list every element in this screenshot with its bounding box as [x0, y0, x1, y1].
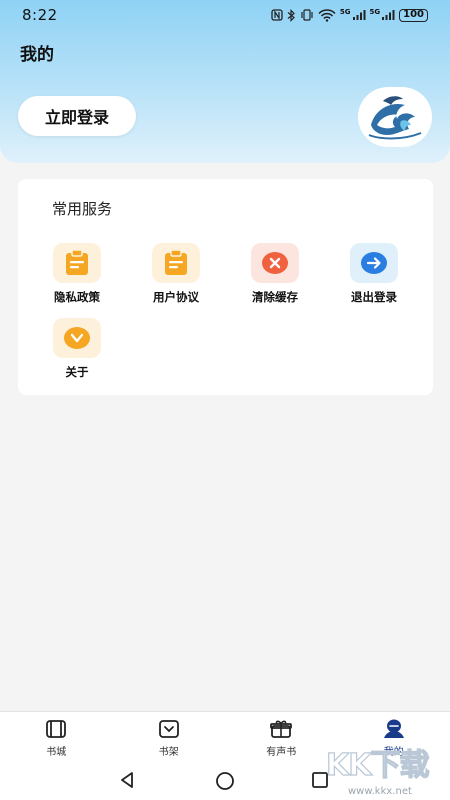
watermark: KK下载 www.kkx.net — [325, 738, 450, 800]
nav-label-audiobook: 有声书 — [266, 747, 297, 758]
chevron-down-circle-icon — [64, 327, 90, 349]
user-agreement-label: 用户协议 — [153, 290, 199, 304]
status-bar: 8:22 5G 5G 100 — [0, 0, 450, 30]
home-circle-icon — [216, 772, 234, 790]
wave-logo-icon — [368, 96, 422, 140]
common-services-card: 常用服务 隐私政策 用户协议 清除缓存 退出登录 关于 — [18, 179, 433, 395]
signal-icon-2 — [382, 10, 395, 20]
vibrate-icon — [301, 9, 313, 21]
logout-icon-bg — [350, 243, 398, 283]
close-circle-icon — [262, 252, 288, 274]
nav-item-bookshelf[interactable]: 书架 — [113, 712, 226, 763]
clear-cache-icon-bg — [251, 243, 299, 283]
clear-cache-label: 清除缓存 — [252, 290, 298, 304]
home-button[interactable] — [215, 771, 235, 795]
about-icon-bg — [53, 318, 101, 358]
status-time: 8:22 — [22, 6, 58, 24]
book-store-icon — [46, 720, 67, 738]
about-item[interactable]: 关于 — [37, 318, 117, 380]
logout-label: 退出登录 — [351, 290, 397, 304]
network-label-1: 5G — [339, 8, 351, 16]
clear-cache-item[interactable]: 清除缓存 — [235, 243, 315, 305]
nfc-icon — [271, 9, 283, 21]
user-agreement-item[interactable]: 用户协议 — [136, 243, 216, 305]
privacy-policy-item[interactable]: 隐私政策 — [37, 243, 117, 305]
bookshelf-icon — [158, 720, 179, 738]
nav-label-bookshelf: 书架 — [158, 747, 179, 758]
watermark-url: www.kkx.net — [348, 786, 412, 797]
avatar[interactable] — [358, 87, 432, 147]
privacy-icon-bg — [53, 243, 101, 283]
wifi-icon — [318, 8, 336, 22]
privacy-policy-label: 隐私政策 — [54, 290, 100, 304]
profile-icon — [383, 719, 404, 738]
about-label: 关于 — [65, 365, 89, 379]
services-title: 常用服务 — [52, 200, 113, 218]
clipboard-icon — [66, 249, 88, 275]
nav-item-bookstore[interactable]: 书城 — [0, 712, 113, 763]
battery-indicator: 100 — [399, 8, 428, 22]
back-triangle-icon — [121, 772, 133, 788]
logout-item[interactable]: 退出登录 — [334, 243, 414, 305]
watermark-text: KK下载 — [325, 747, 430, 783]
arrow-right-circle-icon — [361, 252, 387, 274]
page-title: 我的 — [20, 45, 54, 65]
network-label-2: 5G — [369, 8, 381, 16]
gift-box-icon — [270, 720, 293, 738]
clipboard-icon — [165, 249, 187, 275]
agreement-icon-bg — [152, 243, 200, 283]
login-button[interactable]: 立即登录 — [18, 96, 136, 136]
status-icons: 5G 5G 100 — [271, 8, 428, 22]
nav-item-audiobook[interactable]: 有声书 — [225, 712, 338, 763]
nav-label-bookstore: 书城 — [46, 747, 67, 758]
signal-icon-1 — [352, 10, 365, 20]
bluetooth-icon — [287, 8, 295, 22]
back-button[interactable] — [118, 771, 136, 793]
